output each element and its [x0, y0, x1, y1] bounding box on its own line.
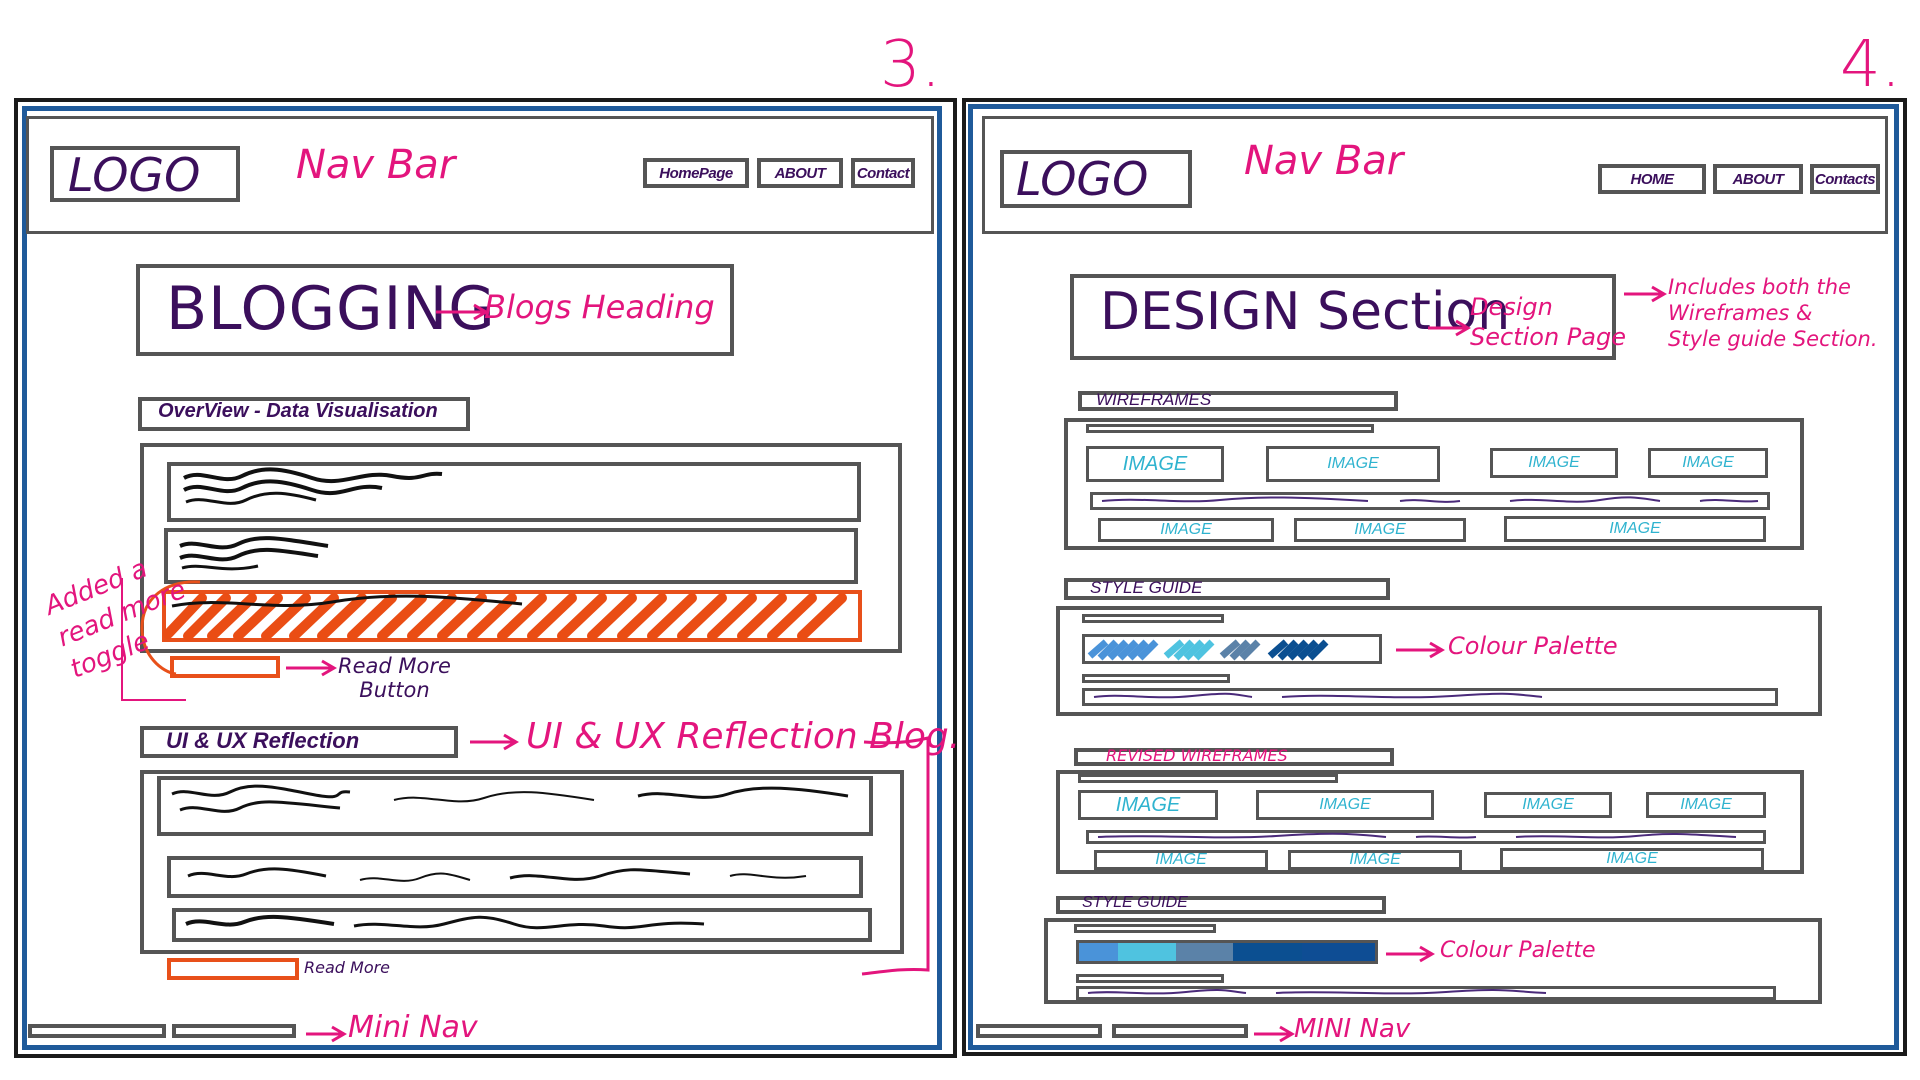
left-blog-card-3-scribble — [163, 593, 847, 641]
right-colour-palette-label-2: Colour Palette — [1440, 938, 1596, 963]
right-heading-note: Design Section Page — [1470, 292, 1626, 352]
right-style-guide-2-subline — [1074, 924, 1216, 933]
left-mini-nav-label: Mini Nav — [348, 1010, 478, 1045]
right-revised-label: REVISED WIREFRAMES — [1106, 746, 1288, 765]
right-colour-palette-swatches[interactable] — [1076, 940, 1378, 964]
left-blog-card-2-scribble — [179, 536, 329, 571]
left-logo-text: LOGO — [68, 148, 201, 202]
palette-swatch-1 — [1079, 943, 1119, 961]
left-read-more-note-line-1: Read More — [338, 654, 451, 678]
panel-number-3: 3. — [880, 28, 942, 102]
right-colour-palette-label-1: Colour Palette — [1448, 632, 1618, 660]
left-blog-card-1-scribble — [183, 467, 443, 505]
left-nav-bar-label: Nav Bar — [296, 142, 456, 188]
left-mini-nav-item-2[interactable] — [172, 1024, 296, 1038]
right-rev-image-1[interactable]: IMAGE — [1078, 790, 1218, 820]
right-side-note: Includes both the Wireframes & Style gui… — [1668, 274, 1878, 352]
palette-swatch-2 — [1118, 943, 1176, 961]
left-ux-read-more-label: Read More — [304, 958, 391, 977]
left-read-more-note-line-2: Button — [359, 678, 430, 702]
right-mini-nav-item-1[interactable] — [976, 1024, 1102, 1038]
right-style-guide-2-text-scribble — [1087, 989, 1547, 995]
right-wf-text-scribble — [1101, 496, 1759, 503]
left-ux-card-1-scribble — [171, 784, 849, 813]
right-side-note-line-3: Style guide Section. — [1668, 327, 1878, 351]
right-wf-image-2[interactable]: IMAGE — [1266, 446, 1440, 482]
right-mini-nav-label: MINI Nav — [1294, 1014, 1411, 1044]
right-rev-text-scribble — [1097, 832, 1737, 839]
right-style-guide-subline-2 — [1082, 674, 1230, 683]
right-style-guide-2-label: STYLE GUIDE — [1082, 894, 1188, 911]
right-logo-text: LOGO — [1016, 152, 1149, 206]
left-toggle-connector — [121, 578, 186, 701]
right-colour-palette-scribble — [1087, 639, 1329, 661]
right-rev-image-2[interactable]: IMAGE — [1256, 790, 1434, 820]
right-colour-palette-arrow-1 — [1396, 641, 1445, 659]
right-rev-image-5[interactable]: IMAGE — [1094, 850, 1268, 870]
right-side-note-arrow — [1624, 285, 1667, 303]
right-rev-image-7[interactable]: IMAGE — [1500, 848, 1764, 870]
right-nav-contacts[interactable]: Contacts — [1810, 164, 1880, 194]
left-mini-nav-arrow — [306, 1025, 347, 1043]
right-side-note-line-1: Includes both the — [1668, 275, 1851, 299]
right-rev-image-6[interactable]: IMAGE — [1288, 850, 1462, 870]
left-read-more-note: Read More Button — [338, 654, 451, 702]
palette-swatch-3 — [1175, 943, 1233, 961]
palette-swatch-4 — [1232, 943, 1302, 961]
right-style-guide-text-scribble — [1093, 692, 1543, 699]
left-nav-about[interactable]: ABOUT — [757, 158, 843, 188]
right-wf-image-3[interactable]: IMAGE — [1490, 448, 1618, 478]
right-rev-image-3[interactable]: IMAGE — [1484, 792, 1612, 818]
left-nav-homepage[interactable]: HomePage — [643, 158, 749, 188]
right-nav-bar-label: Nav Bar — [1244, 138, 1404, 184]
right-wf-image-4[interactable]: IMAGE — [1648, 448, 1768, 478]
left-ux-card-3-scribble — [185, 914, 705, 930]
left-overview-label: OverView - Data Visualisation — [158, 400, 438, 422]
right-style-guide-label: STYLE GUIDE — [1090, 578, 1203, 597]
left-nav-contact[interactable]: Contact — [851, 158, 915, 188]
right-heading-note-line-2: Section Page — [1470, 323, 1626, 351]
left-ux-read-more-button[interactable] — [167, 958, 299, 980]
left-mini-nav-item-1[interactable] — [28, 1024, 166, 1038]
right-wf-image-5[interactable]: IMAGE — [1098, 518, 1274, 542]
right-style-guide-2-subline-2 — [1076, 974, 1224, 983]
right-rev-image-4[interactable]: IMAGE — [1646, 792, 1766, 818]
panel-number-4: 4. — [1840, 28, 1902, 102]
right-wf-image-1[interactable]: IMAGE — [1086, 446, 1224, 482]
right-revised-subline — [1078, 774, 1338, 783]
left-heading-note: Blogs Heading — [484, 288, 715, 326]
right-wf-image-6[interactable]: IMAGE — [1294, 518, 1466, 542]
left-read-more-arrow — [286, 659, 337, 677]
right-colour-palette-arrow-2 — [1386, 945, 1435, 963]
right-wireframes-subline — [1086, 424, 1374, 433]
left-ux-arrow — [470, 733, 519, 751]
right-wf-image-7[interactable]: IMAGE — [1504, 516, 1766, 542]
left-ux-card-2-scribble — [187, 867, 807, 882]
right-style-guide-subline — [1082, 614, 1224, 623]
right-nav-about[interactable]: ABOUT — [1713, 164, 1803, 194]
right-heading-note-line-1: Design — [1470, 293, 1553, 321]
palette-swatch-5 — [1302, 943, 1376, 961]
right-nav-home[interactable]: HOME — [1598, 164, 1706, 194]
right-mini-nav-item-2[interactable] — [1112, 1024, 1248, 1038]
right-heading-arrow — [1428, 319, 1471, 337]
right-wireframes-label: WIREFRAMES — [1096, 390, 1212, 409]
right-side-note-line-2: Wireframes & — [1668, 301, 1813, 325]
left-ux-label: UI & UX Reflection — [166, 728, 360, 753]
